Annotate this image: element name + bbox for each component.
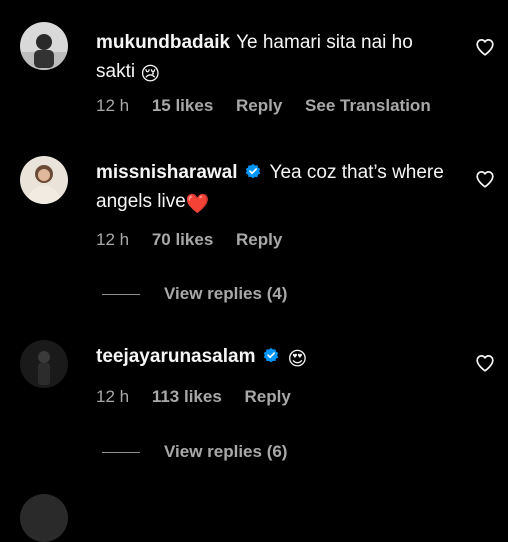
username[interactable]: missnisharawal [96,162,238,183]
emoji: ❤️ [185,194,210,215]
view-replies-button[interactable]: View replies (4) [102,284,287,304]
comment-meta: 12 h 70 likes Reply [96,230,300,250]
reply-button[interactable]: Reply [236,96,282,115]
timestamp[interactable]: 12 h [96,230,129,249]
view-replies-label: View replies (4) [164,284,288,303]
likes-count[interactable]: 70 likes [152,230,213,249]
view-replies-label: View replies (6) [164,442,288,461]
likes-count[interactable]: 15 likes [152,96,213,115]
username[interactable]: mukundbadaik [96,32,230,53]
heart-outline-icon[interactable] [474,168,496,190]
see-translation-button[interactable]: See Translation [305,96,431,115]
emoji: 😢 [140,64,161,85]
verified-badge-icon [263,347,278,363]
reply-button[interactable]: Reply [245,387,291,406]
view-replies-button[interactable]: View replies (6) [102,442,287,462]
comment-text: teejayarunasalam 😍 [96,342,456,374]
comment-text: missnisharawal Yea coz that’s where ange… [96,158,456,219]
heart-outline-icon[interactable] [474,352,496,374]
comment-meta: 12 h 113 likes Reply [96,387,309,407]
emoji: 😍 [287,349,308,370]
avatar[interactable] [20,340,68,388]
divider-line [102,452,140,454]
comment-meta: 12 h 15 likes Reply See Translation [96,96,449,116]
timestamp[interactable]: 12 h [96,96,129,115]
likes-count[interactable]: 113 likes [152,387,222,406]
timestamp[interactable]: 12 h [96,387,129,406]
comment-text: mukundbadaik Ye hamari sita nai ho sakti … [96,28,456,89]
avatar[interactable] [20,494,68,542]
verified-badge-icon [245,163,260,179]
username[interactable]: teejayarunasalam [96,346,256,367]
divider-line [102,294,140,296]
heart-outline-icon[interactable] [474,36,496,58]
avatar[interactable] [20,22,68,70]
avatar[interactable] [20,156,68,204]
reply-button[interactable]: Reply [236,230,282,249]
